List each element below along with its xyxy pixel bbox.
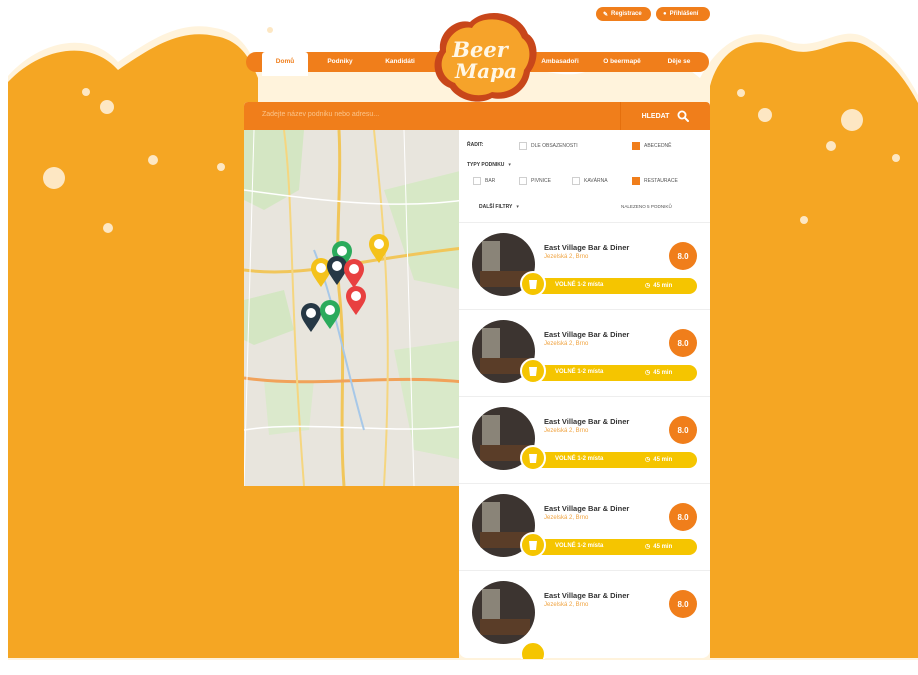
map-pin-red[interactable] [345,286,367,316]
wait-time: ◷ 45 min [645,543,673,551]
availability-text: VOLNÉ 1-2 místa [555,369,604,375]
beer-body-right [710,41,918,658]
type-restaurant-option[interactable]: RESTAURACE [632,177,678,185]
nav-item-events[interactable]: Děje se [656,52,702,72]
page: ✎ Registrace ● Přihlášení Domů Podniky K… [0,0,918,675]
map-pin-green[interactable] [319,300,341,330]
bubble [217,163,225,171]
beer-glass-icon [520,641,546,659]
bubble [758,108,772,122]
caret-down-icon: ▾ [508,162,511,168]
sort-by-occupancy-option[interactable]: DLE OBSAZENOSTI [519,142,578,150]
search-button[interactable]: HLEDAT [620,102,710,130]
sort-alphabetical-option[interactable]: ABECEDNĚ [632,142,672,150]
venue-address: Jezelská 2, Brno [544,602,589,608]
bubble [267,27,273,33]
venue-score: 8.0 [669,590,697,618]
map-pin-yellow[interactable] [368,234,390,264]
availability-text: VOLNÉ 1-2 místa [555,543,604,549]
nav-item-home[interactable]: Domů [262,52,308,76]
bubble [826,141,836,151]
venue-name: East Village Bar & Diner [544,504,630,513]
search-placeholder: Zadejte název podniku nebo adresu... [262,111,380,118]
beermapa-logo[interactable]: Beer Mapa [430,10,540,106]
bubble [103,223,113,233]
checkbox[interactable] [519,142,527,150]
wait-time: ◷ 45 min [645,456,673,464]
bubble [148,155,158,165]
checkbox[interactable] [473,177,481,185]
venue-score: 8.0 [669,242,697,270]
venue-card[interactable]: East Village Bar & Diner Jezelská 2, Brn… [459,570,710,659]
results-count: NALEZENO 5 PODNIKŮ [621,204,672,209]
venue-name: East Village Bar & Diner [544,417,630,426]
caret-down-icon: ▾ [516,204,519,210]
venue-score: 8.0 [669,503,697,531]
bubble [892,154,900,162]
sort-label: ŘADIT: [467,142,484,148]
venue-card[interactable]: East Village Bar & Diner Jezelská 2, Brn… [459,396,710,484]
clock-icon: ◷ [645,283,651,289]
venue-score: 8.0 [669,416,697,444]
availability-text: VOLNÉ 1-2 místa [555,282,604,288]
login-button[interactable]: ● Přihlášení [656,7,710,21]
venue-name: East Village Bar & Diner [544,591,630,600]
venue-card[interactable]: East Village Bar & Diner Jezelská 2, Brn… [459,483,710,571]
checkbox[interactable] [519,177,527,185]
beer-glass-icon [520,445,546,471]
bubble [800,216,808,224]
venue-photo [472,581,535,644]
venue-card[interactable]: East Village Bar & Diner Jezelská 2, Brn… [459,309,710,397]
beer-glass-icon [520,532,546,558]
map-pin-red[interactable] [343,259,365,289]
nav-item-candidates[interactable]: Kandidáti [372,52,428,72]
type-pub-option[interactable]: PIVNICE [519,177,551,185]
bubble [82,88,90,96]
venue-card[interactable]: East Village Bar & Diner Jezelská 2, Brn… [459,222,710,310]
clock-icon: ◷ [645,457,651,463]
venue-types-toggle[interactable]: TYPY PODNIKU ▾ [467,162,511,168]
venue-score: 8.0 [669,329,697,357]
wait-time: ◷ 45 min [645,369,673,377]
venue-name: East Village Bar & Diner [544,243,630,252]
checkbox-checked[interactable] [632,177,640,185]
bubble [100,100,114,114]
user-icon: ● [663,11,667,17]
register-button[interactable]: ✎ Registrace [596,7,651,21]
pencil-icon: ✎ [603,11,609,18]
search-bar: Zadejte název podniku nebo adresu... HLE… [244,102,710,130]
nav-item-about[interactable]: O beermapě [592,52,652,72]
bubble [737,89,745,97]
checkbox-checked[interactable] [632,142,640,150]
results-panel: ŘADIT: DLE OBSAZENOSTI ABECEDNĚ TYPY POD… [459,130,710,659]
nav-item-venues[interactable]: Podniky [316,52,364,72]
bubble [841,109,863,131]
wait-time: ◷ 45 min [645,282,673,290]
availability-text: VOLNÉ 1-2 místa [555,456,604,462]
checkbox[interactable] [572,177,580,185]
more-filters-toggle[interactable]: DALŠÍ FILTRY ▾ [479,204,519,210]
search-input[interactable]: Zadejte název podniku nebo adresu... [244,102,620,130]
venue-address: Jezelská 2, Brno [544,254,589,260]
beer-glass-icon [520,358,546,384]
type-cafe-option[interactable]: KAVÁRNA [572,177,608,185]
venue-name: East Village Bar & Diner [544,330,630,339]
logo-text-mapa: Mapa [454,59,517,83]
venue-address: Jezelská 2, Brno [544,341,589,347]
clock-icon: ◷ [645,544,651,550]
venue-address: Jezelská 2, Brno [544,428,589,434]
bubble [43,167,65,189]
type-bar-option[interactable]: BAR [473,177,495,185]
search-icon [677,110,690,122]
venue-address: Jezelská 2, Brno [544,515,589,521]
beer-glass-icon [520,271,546,297]
nav-item-ambassadors[interactable]: Ambasadoři [532,52,588,72]
clock-icon: ◷ [645,370,651,376]
